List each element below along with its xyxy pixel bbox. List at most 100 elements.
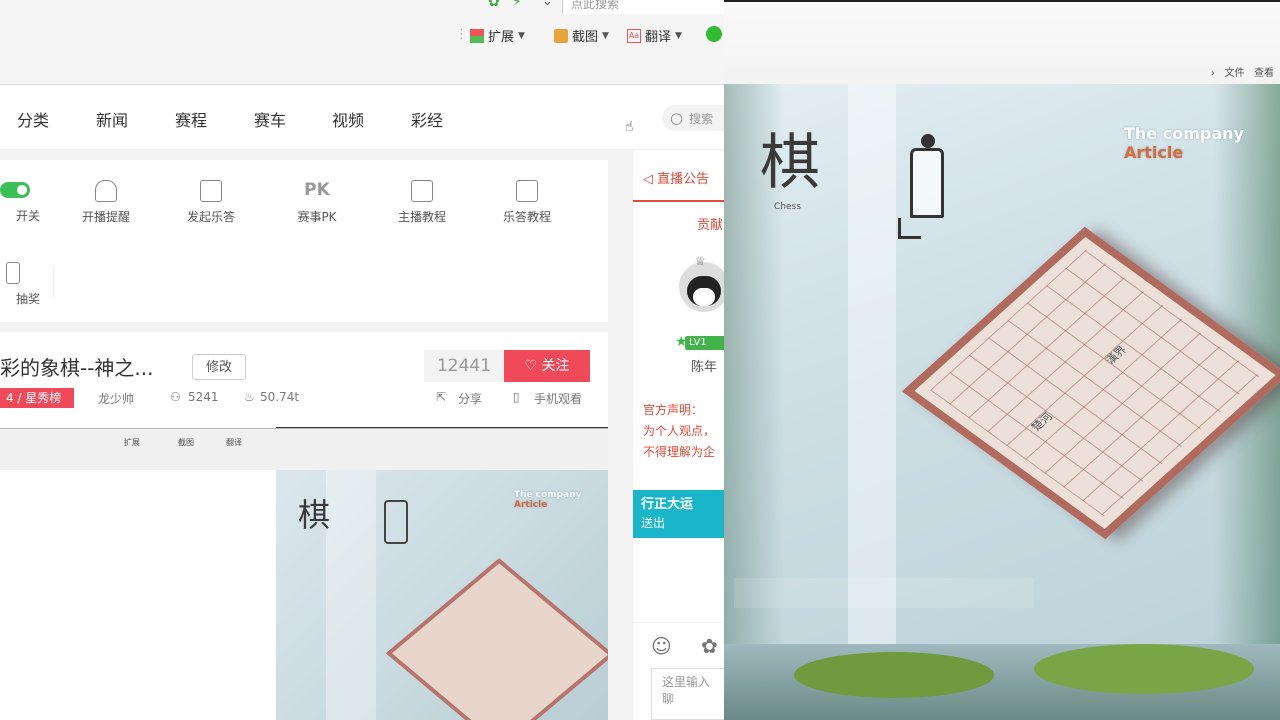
nav-item-category[interactable]: 分类 (17, 107, 49, 131)
search-placeholder: 搜索 (689, 111, 714, 126)
follow-label: 关注 (541, 358, 570, 374)
extend-label: 扩展 (488, 30, 515, 45)
room-info-panel: 彩的象棋--神之... 修改 12441 ♡ 关注 4 / 星秀榜 龙少帅 ⚇ … (0, 332, 608, 428)
extend-button[interactable]: 扩展 ▼ (470, 26, 525, 45)
browser-search-input[interactable]: 点此搜索 (562, 0, 724, 14)
search-icon: ○ (670, 109, 684, 127)
username[interactable]: 陈年 (691, 356, 717, 375)
refresh-icon[interactable]: ✿ (488, 0, 500, 10)
moss-rock-image (724, 644, 1280, 720)
tool-match-pk[interactable]: PK 赛事PK (277, 180, 357, 225)
contribution-tab[interactable]: 贡献 (697, 214, 723, 233)
share-button[interactable]: 分享 (458, 390, 482, 407)
site-search-input[interactable]: ○ 搜索 (662, 105, 724, 131)
embedded-extend-label: 扩展 (124, 438, 140, 447)
megaphone-icon: ◁ (643, 172, 653, 187)
tool-switch[interactable]: 开关 (0, 182, 54, 224)
browser-toolbar: ✿ ⚡ ⌄ 点此搜索 ⋮ 扩展 ▼ 截图 ▼ Aa 翻译 ▼ (0, 0, 724, 85)
mobile-watch-button[interactable]: 手机观看 (534, 390, 582, 407)
crumb-file[interactable]: 文件 (1224, 68, 1244, 79)
translate-icon: Aa (627, 28, 641, 43)
notice-line: 不得理解为企 (643, 445, 716, 459)
nav-item-video[interactable]: 视频 (332, 107, 364, 131)
document-icon (516, 180, 538, 202)
follow-button[interactable]: ♡ 关注 (504, 350, 590, 382)
tool-label: 开关 (15, 209, 40, 223)
anchor-tools-panel: 开关 开播提醒 发起乐答 PK 赛事PK 主播教程 乐答教程 抽奖 (0, 160, 608, 322)
viewer-count: 5241 (188, 390, 219, 404)
toggle-switch[interactable] (0, 182, 30, 198)
tool-label: 乐答教程 (502, 210, 551, 224)
avatar[interactable] (679, 262, 724, 312)
company-desc-lines (1116, 150, 1246, 180)
translate-button[interactable]: Aa 翻译 ▼ (627, 26, 682, 45)
main-nav: 分类 新闻 赛程 赛车 视频 彩经 ☝ ○ 搜索 (0, 85, 724, 150)
edit-title-button[interactable]: 修改 (192, 354, 246, 380)
chat-input[interactable]: 这里输入聊 (651, 668, 724, 720)
browser-window: ✿ ⚡ ⌄ 点此搜索 ⋮ 扩展 ▼ 截图 ▼ Aa 翻译 ▼ 分类 新闻 赛程 … (0, 0, 724, 720)
tool-live-reminder[interactable]: 开播提醒 (66, 180, 146, 225)
gift-title: 行正大运 (641, 497, 694, 512)
room-title: 彩的象棋--神之... (0, 356, 154, 380)
announcement-tab[interactable]: ◁ 直播公告 (643, 168, 709, 187)
heat-value: 50.74t (260, 390, 300, 404)
bell-icon (95, 180, 117, 202)
rank-badge[interactable]: 4 / 星秀榜 (0, 388, 74, 408)
phone-icon: ▯ (513, 390, 520, 404)
lightning-icon[interactable]: ⚡ (512, 0, 522, 10)
gift-icon (6, 262, 20, 284)
embedded-toolbar: 扩展 截图 翻译 (0, 427, 608, 471)
tool-lottery[interactable]: 抽奖 (0, 262, 54, 307)
caret-down-icon: ▼ (602, 30, 609, 41)
tool-label: 抽奖 (15, 292, 40, 306)
embedded-chess-board (385, 558, 608, 720)
translate-label: 翻译 (645, 30, 672, 45)
emoji-icon[interactable]: ☺ (651, 634, 672, 658)
pillar-shape (326, 470, 376, 720)
screenshot-button[interactable]: 截图 ▼ (554, 26, 609, 45)
video-frame: › 文件 查看 棋 Chess The company Article 楚河 漢… (724, 0, 1280, 720)
lamp-icon (384, 500, 408, 544)
chat-sidebar: ◁ 直播公告 贡献 ♕ LV1 ★ 陈年 官方声明： 为个人观点， 不得理解为企… (632, 150, 724, 720)
caret-down-icon: ▼ (518, 30, 525, 41)
nav-item-lottery[interactable]: 彩经 (411, 107, 443, 131)
nav-item-racing[interactable]: 赛车 (254, 107, 286, 131)
chess-char: 棋 (760, 128, 820, 198)
tool-label: 开播提醒 (81, 210, 130, 224)
announcement-tab-label: 直播公告 (657, 172, 710, 187)
tab-underline (633, 200, 724, 202)
nav-item-schedule[interactable]: 赛程 (175, 107, 207, 131)
tool-anchor-tutorial[interactable]: 主播教程 (382, 180, 462, 225)
breadcrumb: › 文件 查看 (1210, 68, 1274, 79)
video-overlay-bar (734, 578, 1034, 608)
nav-item-news[interactable]: 新闻 (96, 107, 128, 131)
palette-icon[interactable]: ✿ (701, 634, 718, 658)
official-notice: 官方声明： 为个人观点， 不得理解为企 (643, 400, 724, 463)
drag-handle-icon: ⋮ (455, 27, 468, 42)
crumb-view[interactable]: 查看 (1254, 68, 1274, 79)
embedded-screenshot-label: 截图 (178, 438, 194, 447)
embedded-blank-area (0, 470, 276, 720)
wallet-icon[interactable] (706, 26, 722, 42)
lamp-icon (898, 134, 946, 244)
chevron-down-icon[interactable]: ⌄ (542, 0, 553, 9)
pk-icon: PK (304, 180, 330, 200)
embedded-company-text: The company Article (514, 490, 582, 510)
tool-label: 主播教程 (397, 210, 446, 224)
scissors-icon (554, 28, 568, 43)
notice-line: 官方声明： (643, 403, 704, 417)
video-main-image: 棋 Chess The company Article 楚河 漢界 (724, 84, 1280, 644)
embedded-translate-label: 翻译 (226, 438, 242, 447)
host-name[interactable]: 龙少帅 (98, 390, 134, 407)
heat-icon: ♨ (244, 390, 255, 404)
notice-line: 为个人观点， (643, 424, 716, 438)
caret-down-icon: ▼ (675, 30, 682, 41)
tool-start-quiz[interactable]: 发起乐答 (171, 180, 251, 225)
video-top-bar: › 文件 查看 (724, 0, 1280, 86)
moss-rock-shape (794, 652, 994, 698)
share-icon: ⇱ (436, 390, 447, 404)
gift-message: 行正大运 送出 (633, 490, 724, 538)
tool-quiz-tutorial[interactable]: 乐答教程 (487, 180, 567, 225)
moss-rock-shape (1034, 644, 1254, 694)
follower-count: 12441 (424, 350, 504, 382)
